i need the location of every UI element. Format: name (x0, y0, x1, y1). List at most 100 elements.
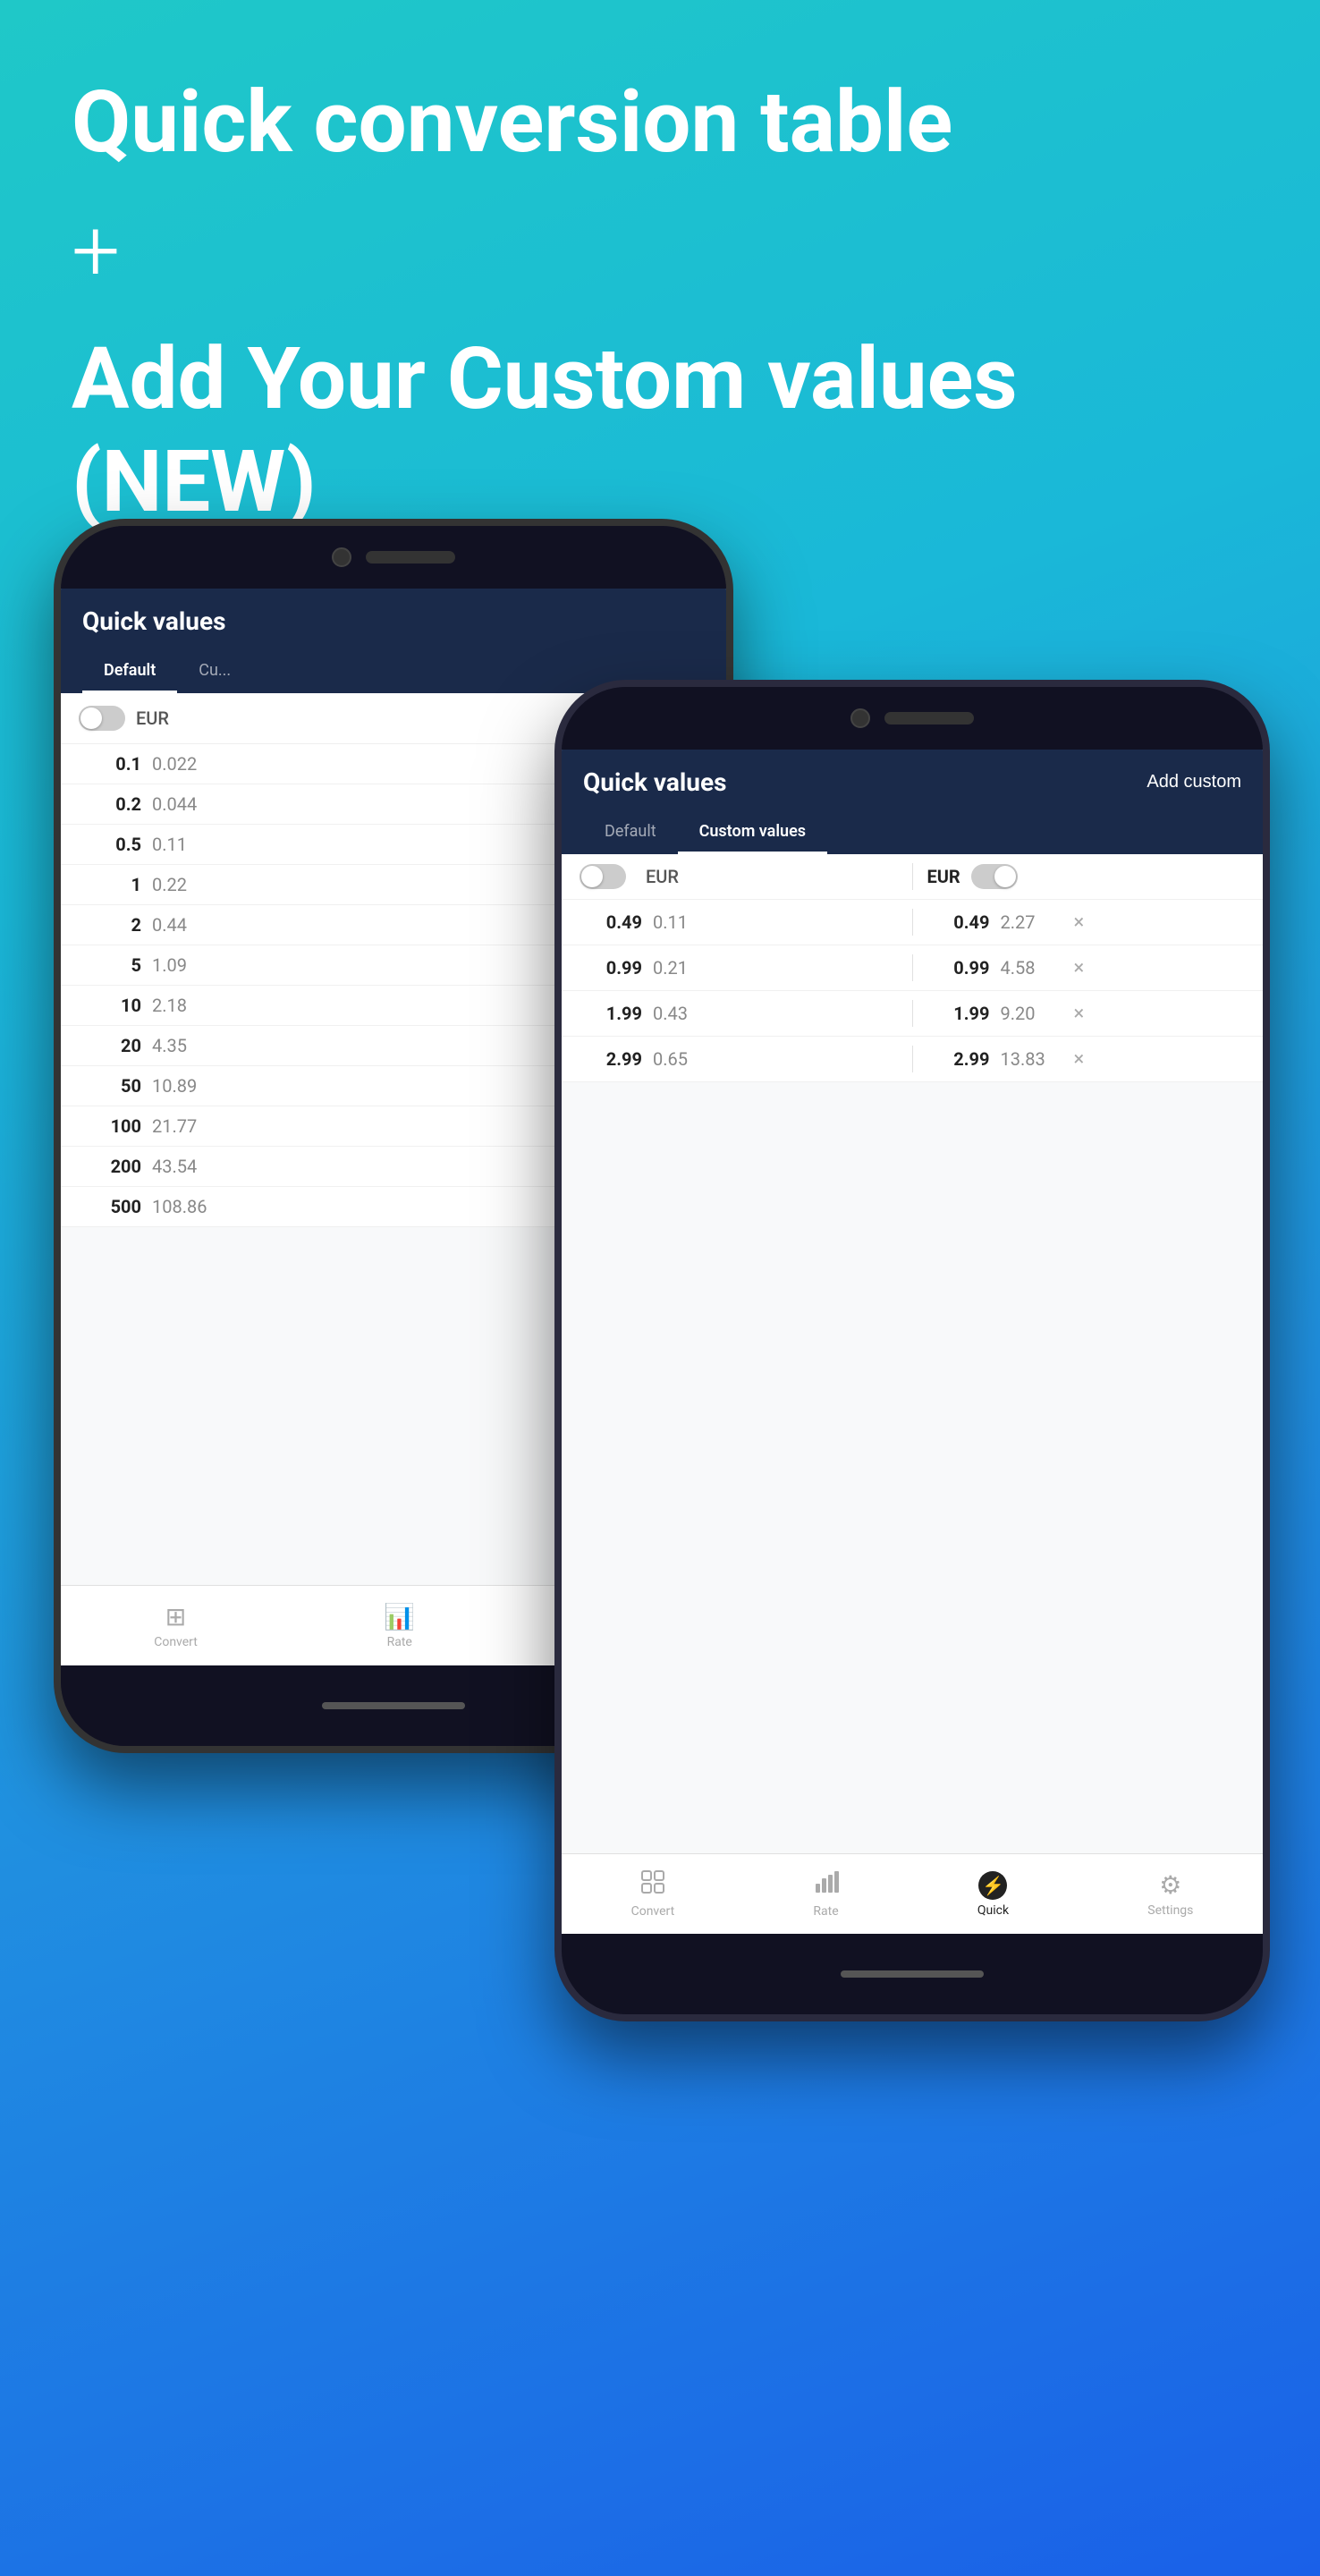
nav-convert[interactable]: Convert (631, 1869, 675, 1919)
phone-1-toggle-left[interactable] (79, 706, 125, 731)
phone-2-bottom-nav: Convert Rate ⚡ Quick (562, 1853, 1263, 1934)
convert-icon: ⊞ (165, 1602, 186, 1631)
val-secondary: 108.86 (152, 1196, 215, 1217)
phone-1-currency-from: EUR (136, 708, 169, 729)
val-secondary: 0.044 (152, 793, 215, 815)
val-secondary: 0.022 (152, 753, 215, 775)
phone-2-toggle-left[interactable] (580, 864, 626, 889)
phone-1-top-bar (61, 526, 726, 589)
remove-button[interactable]: × (1074, 911, 1085, 934)
val-primary: 0.99 (927, 957, 990, 979)
nav-convert-label: Convert (631, 1904, 675, 1919)
col-left: 2.99 0.65 (580, 1048, 898, 1070)
val-primary: 100 (79, 1115, 141, 1137)
val-secondary: 1.09 (152, 954, 215, 976)
val-primary: 500 (79, 1196, 141, 1217)
val-secondary: 9.20 (1001, 1003, 1063, 1024)
remove-button[interactable]: × (1074, 1048, 1085, 1071)
val-primary: 2.99 (580, 1048, 642, 1070)
nav-rate-label: Rate (387, 1635, 412, 1649)
phone-2-speaker (884, 712, 974, 724)
val-primary: 0.2 (79, 793, 141, 815)
quick-icon: ⚡ (978, 1871, 1007, 1900)
phone-2-screen: Quick values Add custom Default Custom v… (562, 750, 1263, 1934)
add-custom-button[interactable]: Add custom (1147, 772, 1241, 792)
col-left-currency: EUR (580, 864, 898, 889)
phone-2-currency-header: EUR EUR (562, 854, 1263, 900)
val-primary: 0.1 (79, 753, 141, 775)
home-indicator-2 (841, 1970, 984, 1978)
remove-button[interactable]: × (1074, 957, 1085, 979)
val-secondary: 2.27 (1001, 911, 1063, 933)
nav-rate[interactable]: Rate (813, 1869, 838, 1919)
phone-2-table: 0.49 0.11 0.49 2.27 × 0.99 (562, 900, 1263, 1082)
val-secondary: 0.44 (152, 914, 215, 936)
phone-2-app-header: Quick values Add custom Default Custom v… (562, 750, 1263, 854)
phone-2-toggle-right[interactable] (971, 864, 1018, 889)
phones-container: Quick values Default Cu... EUR EUR (0, 483, 1320, 2576)
val-primary: 200 (79, 1156, 141, 1177)
val-primary: 0.49 (580, 911, 642, 933)
val-primary: 1.99 (580, 1003, 642, 1024)
val-secondary: 21.77 (152, 1115, 215, 1137)
val-secondary: 10.89 (152, 1075, 215, 1097)
nav-convert[interactable]: ⊞ Convert (154, 1602, 198, 1649)
col-left: 1.99 0.43 (580, 1003, 898, 1024)
phone-2-bottom (562, 1934, 1263, 2014)
phone-2-currency-from: EUR (646, 866, 679, 887)
rate-icon (814, 1869, 839, 1901)
rate-icon: 📊 (384, 1602, 415, 1631)
val-secondary: 4.58 (1001, 957, 1063, 979)
val-secondary: 2.18 (152, 995, 215, 1016)
val-secondary: 4.35 (152, 1035, 215, 1056)
phone-1-camera (332, 547, 351, 567)
settings-icon: ⚙ (1159, 1870, 1181, 1900)
val-secondary: 13.83 (1001, 1048, 1063, 1070)
col-right: 1.99 9.20 × (927, 1003, 1246, 1025)
nav-quick[interactable]: ⚡ Quick (977, 1871, 1009, 1918)
phone-2-header-top: Quick values Add custom (583, 767, 1241, 797)
phone-2: Quick values Add custom Default Custom v… (554, 680, 1270, 2021)
val-secondary: 0.11 (653, 911, 715, 933)
val-secondary: 0.21 (653, 957, 715, 979)
convert-icon (640, 1869, 665, 1901)
val-secondary: 43.54 (152, 1156, 215, 1177)
phone-1-tab-custom[interactable]: Cu... (177, 650, 252, 693)
nav-convert-label: Convert (154, 1635, 198, 1649)
table-row: 0.99 0.21 0.99 4.58 × (562, 945, 1263, 991)
phone-2-top-bar (562, 687, 1263, 750)
phone-1-tab-default[interactable]: Default (82, 650, 177, 693)
col-divider (912, 863, 913, 890)
phone-1-speaker (366, 551, 455, 564)
phone-2-camera (850, 708, 870, 728)
col-divider (912, 1046, 913, 1072)
phone-1-app-title: Quick values (82, 606, 225, 636)
col-divider (912, 1000, 913, 1027)
phone-2-tabs: Default Custom values (583, 811, 1241, 854)
phone-2-currency-to: EUR (927, 866, 960, 887)
phone-2-toggle-knob-left (581, 866, 603, 887)
col-left: 0.49 0.11 (580, 911, 898, 933)
nav-quick-label: Quick (977, 1903, 1009, 1918)
col-right: 0.49 2.27 × (927, 911, 1246, 934)
val-primary: 20 (79, 1035, 141, 1056)
val-primary: 1.99 (927, 1003, 990, 1024)
nav-rate-label: Rate (813, 1904, 838, 1919)
col-divider (912, 954, 913, 981)
remove-button[interactable]: × (1074, 1003, 1085, 1025)
col-right: 0.99 4.58 × (927, 957, 1246, 979)
hero-plus: + (72, 201, 1248, 301)
phone-1-toggle-knob-left (80, 708, 102, 729)
nav-settings[interactable]: ⚙ Settings (1147, 1870, 1193, 1918)
val-primary: 0.49 (927, 911, 990, 933)
table-row: 0.49 0.11 0.49 2.27 × (562, 900, 1263, 945)
nav-settings-label: Settings (1147, 1903, 1193, 1918)
phone-2-tab-default[interactable]: Default (583, 811, 678, 854)
val-primary: 10 (79, 995, 141, 1016)
val-primary: 0.5 (79, 834, 141, 855)
nav-rate[interactable]: 📊 Rate (384, 1602, 415, 1649)
phone-2-toggle-knob-right (994, 866, 1016, 887)
phone-1-app-header: Quick values Default Cu... (61, 589, 726, 693)
val-primary: 2 (79, 914, 141, 936)
phone-2-tab-custom[interactable]: Custom values (678, 811, 827, 854)
